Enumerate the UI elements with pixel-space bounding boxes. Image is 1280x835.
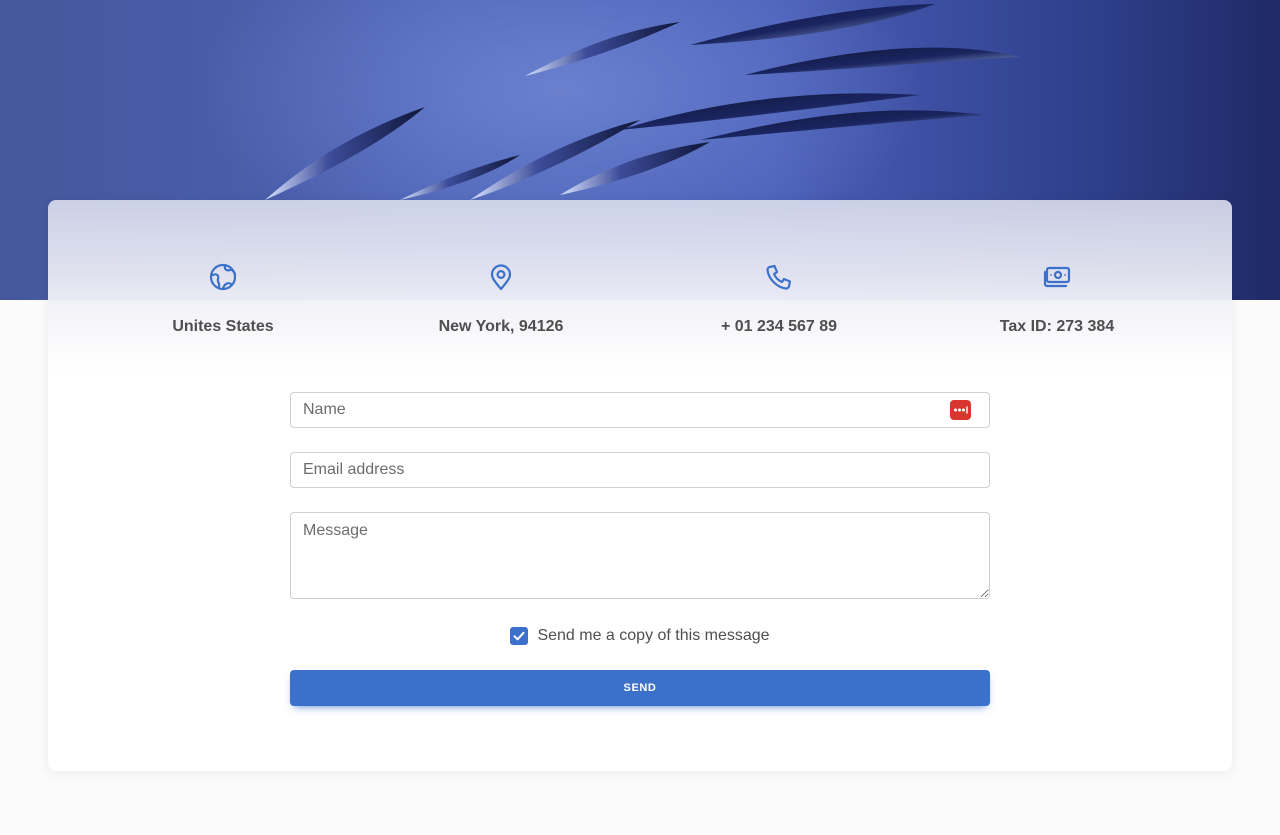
email-input[interactable] xyxy=(290,452,990,488)
globe-icon xyxy=(209,263,237,291)
info-label-country: Unites States xyxy=(172,318,274,335)
copy-option-row: Send me a copy of this message xyxy=(290,626,990,646)
contact-info-row: Unites States New York, 94126 + 01 234 5… xyxy=(48,262,1232,352)
money-bill-icon xyxy=(1043,266,1071,288)
send-copy-label[interactable]: Send me a copy of this message xyxy=(537,627,769,645)
location-pin-icon xyxy=(490,264,512,291)
info-label-tax: Tax ID: 273 384 xyxy=(999,318,1115,335)
contact-card: Unites States New York, 94126 + 01 234 5… xyxy=(48,200,1232,771)
info-item-city: New York, 94126 xyxy=(381,262,621,336)
send-copy-checkbox[interactable] xyxy=(510,627,529,645)
password-manager-icon[interactable] xyxy=(950,400,971,420)
info-label-phone: + 01 234 567 89 xyxy=(720,318,838,335)
info-item-country: Unites States xyxy=(103,262,343,336)
info-item-phone: + 01 234 567 89 xyxy=(659,262,899,336)
info-label-city: New York, 94126 xyxy=(438,318,564,335)
message-textarea[interactable] xyxy=(290,512,990,599)
checkmark-icon xyxy=(513,631,525,641)
info-item-tax: Tax ID: 273 384 xyxy=(937,262,1177,336)
send-button[interactable]: SEND xyxy=(290,670,990,706)
name-input[interactable] xyxy=(290,392,990,428)
phone-icon xyxy=(766,264,792,290)
